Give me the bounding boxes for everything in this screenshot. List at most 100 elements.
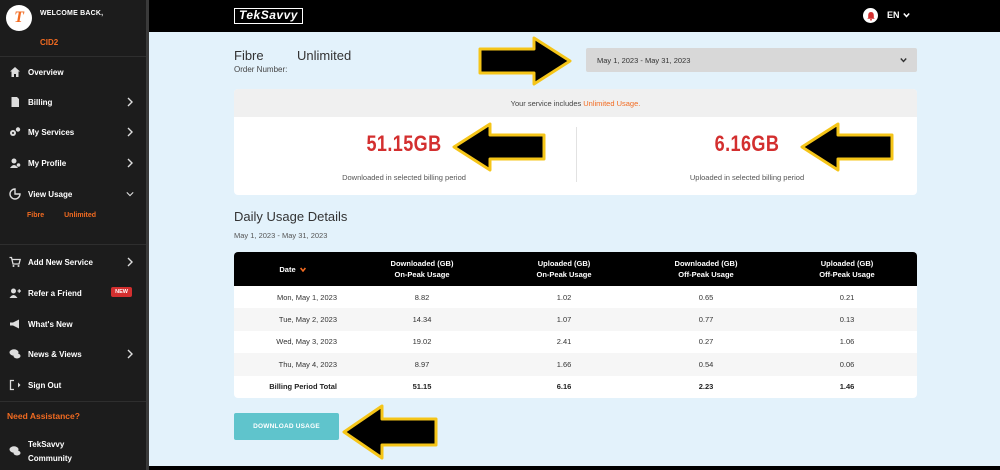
brand-logo[interactable]: TekSavvy <box>234 8 303 24</box>
home-icon <box>8 66 21 79</box>
gears-icon <box>8 126 21 139</box>
annotation-arrow-left-icon <box>452 122 546 172</box>
table-row: Tue, May 2, 2023 14.34 1.07 0.77 0.13 <box>234 308 917 331</box>
sidebar-item-label: Billing <box>28 97 53 107</box>
new-badge: NEW <box>111 287 132 297</box>
sidebar-item-label: My Profile <box>28 158 67 168</box>
sidebar-item-label: My Services <box>28 127 75 137</box>
sort-chevron-down-icon <box>299 267 306 272</box>
submenu-service-type[interactable]: Fibre <box>27 212 44 219</box>
chevron-down-icon <box>902 12 910 18</box>
order-number-label: Order Number: <box>234 65 288 74</box>
sidebar-item-label: News & Views <box>28 349 82 359</box>
notice-text: Your service includes <box>510 98 582 108</box>
sidebar-item-my-services[interactable]: My Services <box>0 120 146 144</box>
notification-bell-icon[interactable] <box>863 8 878 23</box>
cell-dl-off: 0.65 <box>698 292 714 302</box>
sidebar-item-news-views[interactable]: News & Views <box>0 342 146 366</box>
user-name: CID2 <box>40 38 59 47</box>
table-header: Date Downloaded (GB) On-Peak Usage Upload… <box>234 252 917 286</box>
cell-ul-on: 2.41 <box>556 337 572 347</box>
sidebar-item-overview[interactable]: Overview <box>0 60 146 84</box>
need-assistance-heading: Need Assistance? <box>7 411 80 421</box>
cart-icon <box>8 256 21 269</box>
uploaded-off-peak-header: Uploaded (GB) Off-Peak Usage <box>777 258 917 280</box>
main-content: Fibre Unlimited Order Number: May 1, 202… <box>149 32 1000 466</box>
service-type: Fibre <box>234 48 264 63</box>
download-usage-button[interactable]: DOWNLOAD USAGE <box>234 413 339 440</box>
sidebar-item-whats-new[interactable]: What's New <box>0 312 146 336</box>
header-line: On-Peak Usage <box>536 270 592 279</box>
pie-chart-icon <box>8 188 21 201</box>
annotation-arrow-left-icon <box>800 122 894 172</box>
downloaded-on-peak-header: Downloaded (GB) On-Peak Usage <box>351 258 493 280</box>
table-row: Thu, May 4, 2023 8.97 1.66 0.54 0.06 <box>234 353 917 376</box>
downloaded-off-peak-header: Downloaded (GB) Off-Peak Usage <box>635 258 777 280</box>
top-bar: TekSavvy EN <box>149 0 1000 32</box>
total-dl-off: 2.23 <box>698 382 714 392</box>
billing-period-select[interactable]: May 1, 2023 - May 31, 2023 <box>586 48 917 72</box>
sidebar-item-label: Overview <box>28 67 64 77</box>
daily-usage-range: May 1, 2023 - May 31, 2023 <box>234 231 328 240</box>
sidebar: T WELCOME BACK, CID2 Overview Billing My… <box>0 0 148 470</box>
teksavvy-logo-icon: T <box>6 5 32 31</box>
document-icon <box>8 96 21 109</box>
downloaded-label: Downloaded in selected billing period <box>342 173 466 182</box>
header-line: Downloaded (GB) <box>390 259 454 268</box>
sidebar-item-label: What's New <box>28 319 73 329</box>
cell-date: Tue, May 2, 2023 <box>278 315 337 325</box>
chevron-right-icon <box>126 127 134 137</box>
chevron-down-icon <box>900 58 907 63</box>
chevron-right-icon <box>126 257 134 267</box>
cell-ul-off: 0.21 <box>839 292 855 302</box>
chevron-down-icon <box>126 189 134 199</box>
header-line: Off-Peak Usage <box>678 270 734 279</box>
header-line: Downloaded (GB) <box>674 259 738 268</box>
notice-highlight: Unlimited Usage. <box>583 98 641 108</box>
header-line: Uploaded (GB) <box>537 259 591 268</box>
bottom-bar <box>149 466 1000 470</box>
total-label: Billing Period Total <box>269 382 337 392</box>
view-usage-submenu: Fibre Unlimited <box>27 212 96 219</box>
cell-dl-off: 0.54 <box>698 359 714 369</box>
header-line: Off-Peak Usage <box>819 270 875 279</box>
sidebar-item-community[interactable]: TekSavvy Community <box>8 438 72 466</box>
sidebar-item-my-profile[interactable]: My Profile <box>0 151 146 175</box>
sidebar-item-refer-a-friend[interactable]: Refer a Friend NEW <box>0 281 146 305</box>
chevron-right-icon <box>126 97 134 107</box>
language-label: EN <box>887 10 900 20</box>
annotation-arrow-left-icon <box>342 404 438 460</box>
language-selector[interactable]: EN <box>887 10 910 20</box>
sidebar-item-label: Add New Service <box>28 257 93 267</box>
cell-ul-off: 1.06 <box>839 337 855 347</box>
annotation-arrow-right-icon <box>478 36 572 86</box>
cell-date: Mon, May 1, 2023 <box>276 292 337 302</box>
user-plus-icon <box>8 287 21 300</box>
table-row: Wed, May 3, 2023 19.02 2.41 0.27 1.06 <box>234 331 917 353</box>
community-label-line2: Community <box>28 454 72 463</box>
total-dl-on: 51.15 <box>412 382 432 392</box>
sidebar-item-add-new-service[interactable]: Add New Service <box>0 250 146 274</box>
sidebar-item-billing[interactable]: Billing <box>0 90 146 114</box>
cell-ul-on: 1.07 <box>556 315 572 325</box>
date-column-header[interactable]: Date <box>234 264 351 275</box>
profile-icon <box>8 157 21 170</box>
billing-period-value: May 1, 2023 - May 31, 2023 <box>597 55 691 65</box>
megaphone-icon <box>8 318 21 331</box>
cell-ul-off: 0.13 <box>839 315 855 325</box>
sidebar-item-view-usage[interactable]: View Usage <box>0 182 146 206</box>
service-plan: Unlimited <box>297 48 352 63</box>
chevron-right-icon <box>126 349 134 359</box>
cell-date: Wed, May 3, 2023 <box>276 337 337 347</box>
chat-bubbles-icon <box>8 444 21 457</box>
submenu-service-plan[interactable]: Unlimited <box>64 212 96 219</box>
sidebar-divider <box>0 244 146 245</box>
cell-dl-off: 0.77 <box>698 315 714 325</box>
cell-dl-off: 0.27 <box>698 337 714 347</box>
uploaded-label: Uploaded in selected billing period <box>689 173 805 182</box>
sidebar-item-label: Refer a Friend <box>28 288 82 298</box>
sidebar-item-sign-out[interactable]: Sign Out <box>0 373 146 397</box>
sidebar-divider <box>0 401 146 402</box>
cell-ul-on: 1.66 <box>556 359 572 369</box>
sidebar-item-label: Sign Out <box>28 380 62 390</box>
